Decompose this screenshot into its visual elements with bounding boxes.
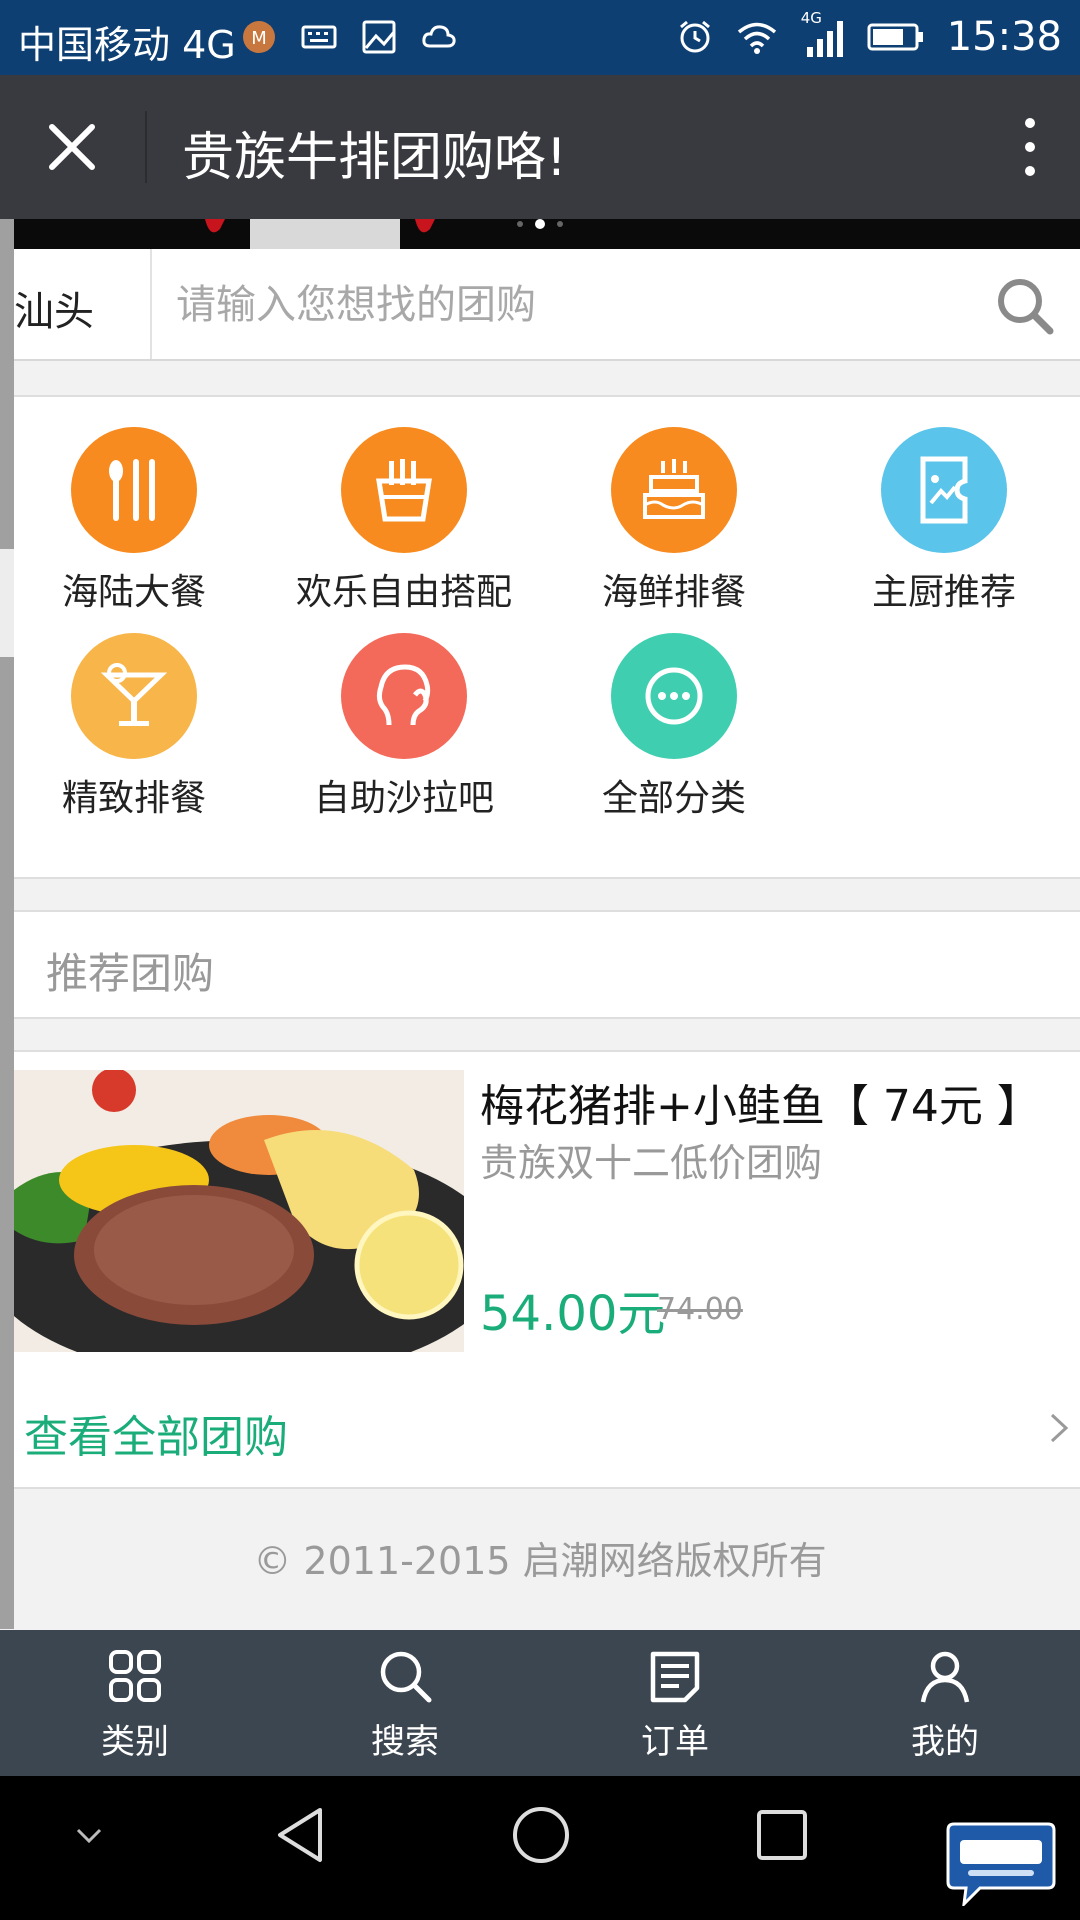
view-all-deals-link[interactable]: 查看全部团购 [14, 1367, 1080, 1489]
category-label: 自助沙拉吧 [313, 778, 494, 819]
cutlery-icon [109, 459, 155, 521]
home-icon[interactable] [510, 1804, 572, 1866]
watermark-logo [946, 1822, 1056, 1906]
system-nav-bar [0, 1776, 1080, 1920]
category-icon-bg [341, 427, 467, 553]
alarm-icon [679, 20, 710, 53]
user-icon [920, 1651, 970, 1703]
image-icon [360, 18, 398, 56]
city-selector[interactable]: 汕头 [14, 279, 94, 337]
title-bar: 贵族牛排团购咯! [0, 75, 1080, 219]
category-item[interactable]: 主厨推荐 [824, 427, 1064, 615]
category-icon-bg [611, 633, 737, 759]
category-label: 全部分类 [601, 778, 746, 819]
category-item[interactable]: 精致排餐 [14, 633, 254, 821]
search-icon[interactable] [994, 275, 1056, 337]
tab-profile[interactable]: 我的 [810, 1630, 1080, 1776]
deal-price: 54.00元 [480, 1286, 666, 1342]
section-header: 推荐团购 [14, 910, 1080, 1019]
profile-icon [376, 664, 431, 726]
more-dots-icon [645, 667, 703, 725]
notification-icons: M [240, 18, 458, 56]
deal-original-price: 74.00 [657, 1292, 743, 1327]
deal-card[interactable]: 梅花猪排+小鲑鱼【 74元 】 贵族双十二低价团购 54.00元 74.00 [14, 1050, 1080, 1369]
scroll-gap [0, 549, 14, 657]
category-grid: 海陆大餐 欢乐自由搭配 海鲜排餐 主厨推荐 精致排餐 自助沙拉吧 全部分类 [14, 395, 1080, 879]
category-icon-bg [71, 633, 197, 759]
svg-text:M: M [251, 28, 267, 49]
category-item[interactable]: 海鲜排餐 [554, 427, 794, 615]
bottom-tab-bar: 类别 搜索 订单 我的 [0, 1630, 1080, 1776]
keyboard-icon [300, 18, 338, 56]
category-icon-bg [611, 427, 737, 553]
battery-icon [867, 23, 923, 51]
tab-category[interactable]: 类别 [0, 1630, 270, 1776]
deal-subtitle: 贵族双十二低价团购 [480, 1141, 823, 1185]
page-title: 贵族牛排团购咯! [182, 128, 567, 188]
cake-icon [643, 459, 705, 519]
tab-label: 搜索 [371, 1722, 439, 1762]
tab-label: 我的 [911, 1722, 979, 1762]
category-item[interactable]: 全部分类 [554, 633, 794, 821]
section-title: 推荐团购 [46, 949, 215, 998]
category-icon-bg [341, 633, 467, 759]
category-item[interactable]: 自助沙拉吧 [284, 633, 524, 821]
banner-graphic [205, 219, 563, 249]
scroll-indicator [0, 219, 14, 1629]
clock-time: 15:38 [946, 14, 1062, 60]
grid-icon [109, 1650, 161, 1702]
status-bar: 中国移动 4G M 4G 15:38 [0, 0, 1080, 75]
tab-label: 类别 [101, 1722, 169, 1762]
recent-apps-icon[interactable] [755, 1808, 809, 1862]
search-separator [150, 249, 152, 359]
close-icon[interactable] [40, 115, 104, 179]
category-label: 欢乐自由搭配 [295, 572, 512, 613]
search-bar: 汕头 [14, 249, 1080, 361]
tab-orders[interactable]: 订单 [540, 1630, 810, 1776]
cloud-icon [420, 18, 458, 56]
category-label: 主厨推荐 [871, 572, 1016, 613]
deal-title: 梅花猪排+小鲑鱼【 74元 】 [480, 1081, 1041, 1132]
search-input[interactable] [174, 275, 978, 335]
view-all-label: 查看全部团购 [24, 1412, 288, 1463]
order-icon [650, 1651, 700, 1703]
category-item[interactable]: 欢乐自由搭配 [284, 427, 524, 615]
category-label: 精致排餐 [61, 778, 206, 819]
more-menu-icon[interactable] [1020, 115, 1040, 179]
app-notification-icon: M [240, 18, 278, 56]
copyright-text: © 2011-2015 启潮网络版权所有 [253, 1539, 827, 1583]
chevron-down-icon[interactable] [74, 1826, 104, 1846]
fries-icon [376, 459, 432, 522]
carrier-label: 中国移动 4G [18, 23, 236, 67]
signal-icon: 4G [801, 9, 845, 59]
wifi-icon [737, 22, 776, 54]
tab-search[interactable]: 搜索 [270, 1630, 540, 1776]
category-item[interactable]: 海陆大餐 [14, 427, 254, 615]
category-icon-bg [881, 427, 1007, 553]
category-label: 海鲜排餐 [601, 572, 746, 613]
ticket-icon [920, 456, 968, 524]
category-icon-bg [71, 427, 197, 553]
chevron-right-icon [1050, 1413, 1069, 1443]
deal-image [14, 1070, 464, 1352]
back-icon[interactable] [272, 1804, 328, 1866]
category-label: 海陆大餐 [61, 572, 206, 613]
search-icon [380, 1651, 432, 1703]
tab-label: 订单 [641, 1722, 709, 1762]
title-divider [145, 111, 147, 183]
banner-image[interactable] [0, 219, 1080, 249]
cocktail-icon [100, 663, 168, 726]
